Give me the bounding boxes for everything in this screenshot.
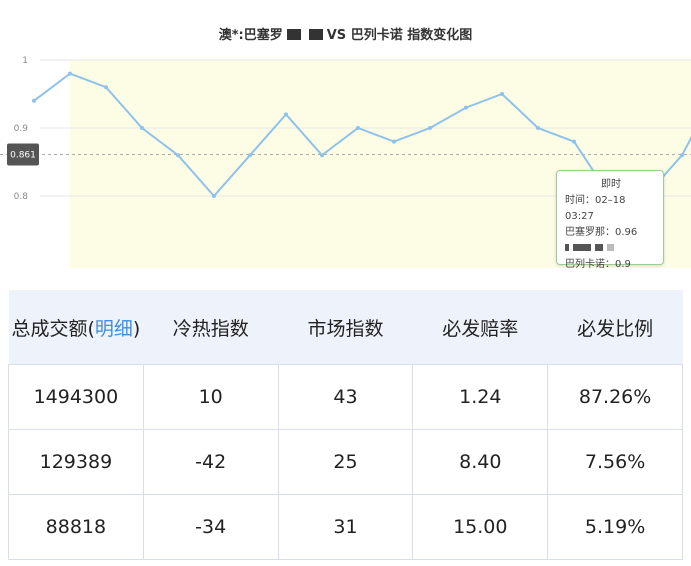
data-point [320, 153, 324, 158]
header-market: 市场指数 [278, 290, 413, 365]
cell-odds: 1.24 [412, 364, 549, 430]
stats-table: 总成交额(明细) 冷热指数 市场指数 必发赔率 必发比例 1494300 10 … [8, 290, 683, 560]
data-point [572, 139, 576, 144]
table-header-row: 总成交额(明细) 冷热指数 市场指数 必发赔率 必发比例 [8, 290, 683, 365]
data-point [284, 112, 288, 117]
data-point [68, 71, 72, 76]
table-row: 129389 -42 25 8.40 7.56% [8, 429, 683, 495]
header-ratio: 必发比例 [547, 290, 683, 365]
cell-odds: 8.40 [412, 429, 549, 495]
cell-cold-hot: 10 [143, 364, 279, 430]
tooltip-redacted-row [565, 241, 657, 257]
y-tick-label: 0.9 [14, 124, 29, 134]
redaction-block [573, 244, 591, 251]
tooltip-away-value: 巴列卡诺：0.9 [565, 259, 631, 270]
redaction-block [595, 244, 603, 251]
cell-total: 88818 [8, 494, 144, 560]
data-point [464, 105, 468, 110]
data-point [428, 126, 432, 130]
data-point [356, 126, 360, 130]
header-cold-hot: 冷热指数 [143, 290, 279, 365]
chart-tooltip: 即时 时间：02–18 03:27 巴塞罗那：0.96 巴列卡诺：0.9 [556, 170, 664, 270]
data-point [32, 98, 36, 103]
tooltip-header: 即时 [601, 179, 621, 190]
redaction-block [607, 244, 614, 251]
index-chart: 澳*:巴塞罗 VS 巴列卡诺 指数变化图 1 0.9 0.8 0.861 即时 时间：… [0, 0, 691, 270]
data-point [680, 153, 684, 158]
data-point [392, 139, 396, 144]
table-row: 1494300 10 43 1.24 87.26% [8, 364, 683, 430]
cell-ratio: 87.26% [547, 364, 683, 430]
tooltip-time: 时间：02–18 03:27 [565, 195, 626, 222]
reference-label: 0.861 [10, 151, 36, 161]
detail-link[interactable]: 明细 [95, 318, 133, 340]
cell-total: 129389 [8, 429, 144, 495]
data-point [212, 194, 216, 198]
cell-ratio: 5.19% [547, 494, 683, 560]
header-odds: 必发赔率 [412, 290, 548, 365]
data-point [536, 126, 540, 130]
y-tick-label: 1 [22, 56, 28, 66]
table-row: 88818 -34 31 15.00 5.19% [8, 494, 683, 560]
cell-market: 43 [278, 364, 414, 430]
redaction-block [565, 244, 569, 251]
data-point [140, 126, 144, 130]
cell-cold-hot: -42 [143, 429, 279, 495]
cell-cold-hot: -34 [143, 494, 279, 560]
data-point [176, 153, 180, 158]
data-point [500, 92, 504, 96]
cell-ratio: 7.56% [547, 429, 683, 495]
cell-market: 25 [278, 429, 414, 495]
cell-total: 1494300 [8, 364, 144, 430]
y-tick-label: 0.8 [14, 192, 29, 202]
data-point [104, 85, 108, 90]
cell-market: 31 [278, 494, 414, 560]
header-total: 总成交额(明细) [8, 290, 144, 365]
reference-badge: 0.861 [7, 143, 39, 166]
data-point [248, 153, 252, 158]
tooltip-home-value: 巴塞罗那：0.96 [565, 227, 638, 238]
cell-odds: 15.00 [412, 494, 549, 560]
